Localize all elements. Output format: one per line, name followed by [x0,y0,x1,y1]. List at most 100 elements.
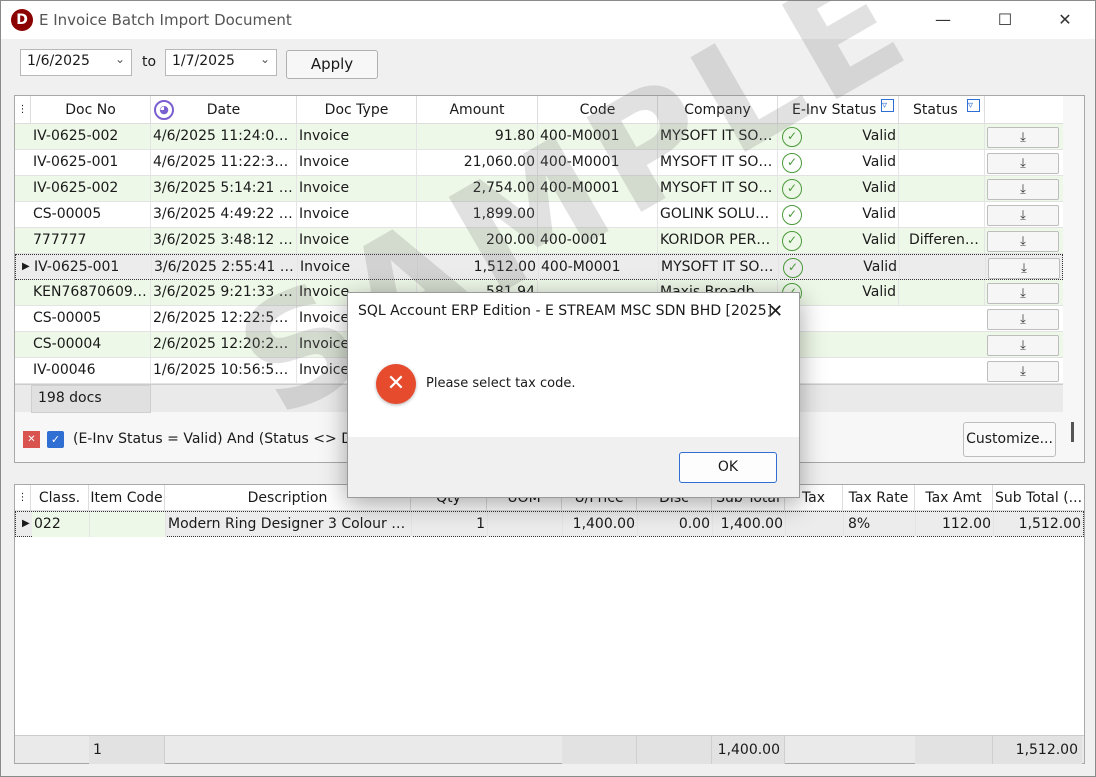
amount-cell: 1,512.00 [418,255,539,280]
clear-filter-button[interactable]: ✕ [23,431,40,448]
doc-no-cell: IV-0625-002 [31,176,151,201]
filter-icon[interactable]: ▿ [967,99,980,112]
qty-cell: 1 [412,512,488,537]
doc-no-cell: CS-00005 [31,306,151,331]
footer-disc [637,736,712,764]
row-indicator-icon: ▶ [22,518,30,529]
col-doc-no[interactable]: Doc No [31,96,151,124]
col-class[interactable]: Class. [31,485,89,511]
doc-type-cell: Invoice [297,202,417,227]
footer-subtotal: 1,400.00 [712,736,785,764]
date-cell: 3/6/2025 4:49:22 PM [151,202,297,227]
date-cell: 4/6/2025 11:24:08 A... [151,124,297,149]
dialog-footer: OK [348,437,799,497]
status-cell [899,150,985,175]
amount-cell: 1,899.00 [417,202,538,227]
class-cell: 022 [32,512,90,537]
status-cell [899,176,985,201]
scrollbar[interactable] [1071,422,1074,442]
einv-status-cell: Valid [805,124,899,149]
title-bar: D E Invoice Batch Import Document — ☐ ✕ [1,1,1095,39]
company-cell: GOLINK SOLUTI... [658,202,778,227]
col-code[interactable]: Code [538,96,658,124]
subtotal-tax-cell: 1,512.00 [1018,516,1081,532]
doc-no-cell: 777777 [31,228,151,253]
status-cell [900,255,986,280]
tax-amt-cell: 112.00 [916,512,994,537]
check-circle-icon: ✓ [782,127,802,147]
col-amount[interactable]: Amount [417,96,538,124]
table-row[interactable]: 777777 3/6/2025 3:48:12 PM Invoice 200.0… [15,228,1063,254]
footer-tax-amt [915,736,993,764]
col-date[interactable]: ◕ Date [151,96,297,124]
uprice-cell: 1,400.00 [563,512,638,537]
detail-panel: ⋮ Class. Item Code Description Qty UOM U… [14,484,1085,764]
doc-no-cell: IV-0625-002 [31,124,151,149]
close-icon[interactable]: ✕ [1042,5,1088,35]
uom-cell [488,512,563,537]
check-circle-icon: ✓ [782,179,802,199]
date-cell: 3/6/2025 2:55:41 PM [152,255,298,280]
date-cell: 2/6/2025 12:22:50 A... [151,306,297,331]
table-row[interactable]: IV-0625-002 3/6/2025 5:14:21 PM Invoice … [15,176,1063,202]
download-button[interactable]: ⤓ [987,205,1059,226]
doc-no-cell: IV-0625-001 [32,255,152,280]
disc-cell: 0.00 [638,512,713,537]
download-icon: ⤓ [1020,208,1026,223]
download-button[interactable]: ⤓ [987,309,1059,330]
table-row[interactable]: IV-0625-002 4/6/2025 11:24:08 A... Invoi… [15,124,1063,150]
filter-enabled-checkbox[interactable]: ✓ [47,431,64,448]
doc-no-cell: CS-00004 [31,332,151,357]
date-cell: 4/6/2025 11:22:32 A... [151,150,297,175]
detail-row[interactable]: ▶ 022 Modern Ring Designer 3 Colour LE..… [15,511,1084,537]
table-row[interactable]: IV-0625-001 4/6/2025 11:22:32 A... Invoi… [15,150,1063,176]
einv-status-cell: Valid [805,280,899,305]
chevron-down-icon: ⌄ [114,52,125,66]
col-item-code[interactable]: Item Code [89,485,165,511]
col-status-label: Status [913,102,958,118]
col-tax-amt[interactable]: Tax Amt [915,485,993,511]
date-cell: 3/6/2025 9:21:33 AM [151,280,297,305]
doc-type-cell: Invoice [297,176,417,201]
from-date-picker[interactable]: 1/6/2025 ⌄ [20,49,132,76]
ok-button[interactable]: OK [679,452,777,483]
col-einv-status-label: E-Inv Status [792,102,877,118]
customize-button[interactable]: Customize... [963,422,1056,457]
dialog-close-icon[interactable]: ✕ [768,301,783,322]
table-row[interactable]: CS-00005 3/6/2025 4:49:22 PM Invoice 1,8… [15,202,1063,228]
check-circle-icon: ✓ [782,153,802,173]
maximize-icon[interactable]: ☐ [982,5,1028,35]
col-company[interactable]: Company [658,96,778,124]
footer-count: 1 [89,736,165,764]
download-button[interactable]: ⤓ [987,127,1059,148]
download-button[interactable]: ⤓ [987,283,1059,304]
download-button[interactable]: ⤓ [987,153,1059,174]
amount-cell: 21,060.00 [417,150,538,175]
col-status[interactable]: Status ▿ [899,96,985,124]
col-subtotal-tax[interactable]: Sub Total (... [993,485,1084,511]
date-toolbar: 1/6/2025 ⌄ to 1/7/2025 ⌄ Apply [1,39,1095,91]
to-label: to [142,54,157,70]
filter-text[interactable]: (E-Inv Status = Valid) And (Status <> Do… [73,431,369,447]
download-button[interactable]: ⤓ [987,361,1059,382]
column-menu-icon[interactable]: ⋮ [15,485,31,511]
download-button[interactable]: ⤓ [988,258,1060,279]
col-doc-type[interactable]: Doc Type [297,96,417,124]
col-einv-status[interactable]: E-Inv Status ▿ [778,96,899,124]
col-tax-rate[interactable]: Tax Rate [843,485,915,511]
column-menu-icon[interactable]: ⋮ [15,96,31,124]
amount-cell: 91.80 [417,124,538,149]
company-cell: MYSOFT IT SOL... [658,150,778,175]
minimize-icon[interactable]: — [920,5,966,35]
table-row-selected[interactable]: ▶ IV-0625-001 3/6/2025 2:55:41 PM Invoic… [15,254,1063,280]
doc-type-cell: Invoice [298,255,418,280]
to-date-picker[interactable]: 1/7/2025 ⌄ [165,49,277,76]
download-button[interactable]: ⤓ [987,179,1059,200]
company-cell: MYSOFT IT SOL... [658,176,778,201]
download-button[interactable]: ⤓ [987,335,1059,356]
download-icon: ⤓ [1020,312,1026,327]
filter-icon[interactable]: ▿ [881,99,894,112]
apply-button[interactable]: Apply [286,50,378,79]
download-button[interactable]: ⤓ [987,231,1059,252]
status-cell [899,124,985,149]
